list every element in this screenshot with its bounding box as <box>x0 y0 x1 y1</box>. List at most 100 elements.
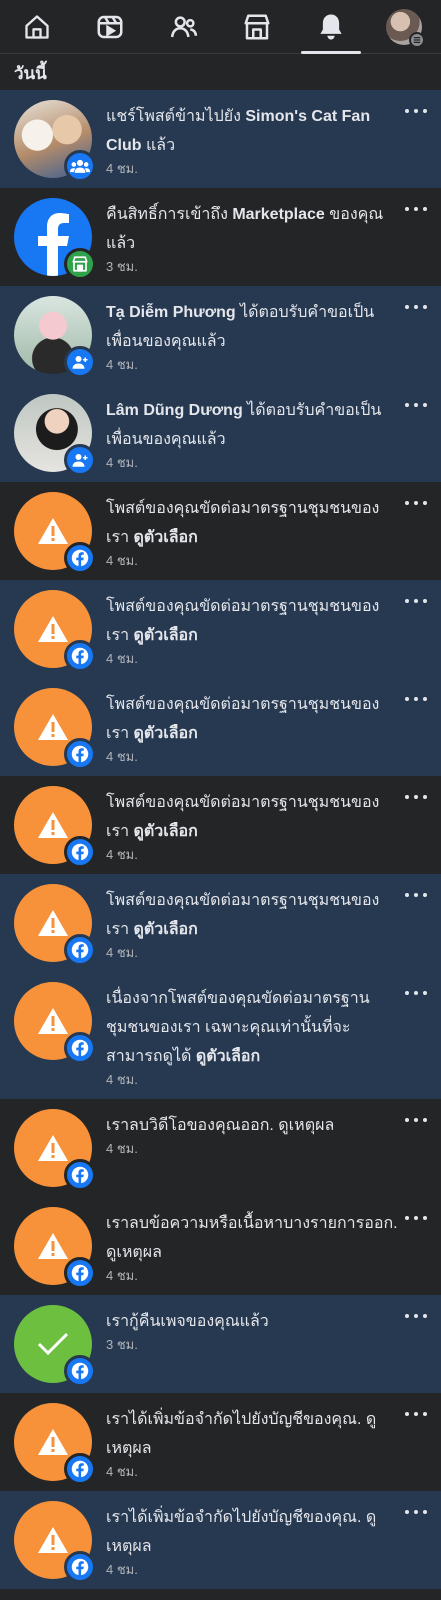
notification-body: โพสต์ของคุณขัดต่อมาตรฐานชุมชนของเรา ดูตั… <box>106 688 427 766</box>
notification-text-bold: ดูตัวเลือก <box>133 529 198 546</box>
notification-item[interactable]: เราลบวิดีโอของคุณออก. ดูเหตุผล 4 ชม. <box>0 1099 441 1197</box>
notification-text-pre: เราได้เพิ่มข้อจำกัดไปยังบัญชีของคุณ. ดูเ… <box>106 1411 377 1457</box>
marketplace-badge-icon <box>64 248 96 280</box>
notification-text: เราได้เพิ่มข้อจำกัดไปยังบัญชีของคุณ. ดูเ… <box>106 1503 401 1561</box>
notification-item[interactable]: คืนสิทธิ์การเข้าถึง Marketplace ของคุณแล… <box>0 188 441 286</box>
notification-body: เราได้เพิ่มข้อจำกัดไปยังบัญชีของคุณ. ดูเ… <box>106 1501 427 1579</box>
more-options-icon[interactable] <box>405 1211 427 1225</box>
nav-friends[interactable] <box>154 0 214 54</box>
notification-item[interactable]: โพสต์ของคุณขัดต่อมาตรฐานชุมชนของเรา ดูตั… <box>0 580 441 678</box>
notification-item[interactable]: เรากู้คืนเพจของคุณแล้ว 3 ชม. <box>0 1295 441 1393</box>
notification-text-post: แล้ว <box>141 137 176 154</box>
more-options-icon[interactable] <box>405 300 427 314</box>
notification-body: เรากู้คืนเพจของคุณแล้ว 3 ชม. <box>106 1305 427 1383</box>
notification-item[interactable]: เนื่องจากโพสต์ของคุณขัดต่อมาตรฐานชุมชนขอ… <box>0 972 441 1099</box>
notification-body: โพสต์ของคุณขัดต่อมาตรฐานชุมชนของเรา ดูตั… <box>106 786 427 864</box>
notification-item[interactable]: แชร์โพสต์ข้ามไปยัง Simon's Cat Fan Club … <box>0 90 441 188</box>
facebook-badge-icon <box>64 836 96 868</box>
top-navigation-bar <box>0 0 441 54</box>
notification-avatar <box>14 688 96 770</box>
notification-time: 4 ชม. <box>106 357 138 372</box>
notification-time: 4 ชม. <box>106 1464 138 1479</box>
facebook-badge-icon <box>64 1032 96 1064</box>
notification-text-bold: ดูตัวเลือก <box>133 921 198 938</box>
facebook-badge-icon <box>64 1257 96 1289</box>
notification-body: แชร์โพสต์ข้ามไปยัง Simon's Cat Fan Club … <box>106 100 427 178</box>
notification-avatar <box>14 100 96 182</box>
notification-text: โพสต์ของคุณขัดต่อมาตรฐานชุมชนของเรา ดูตั… <box>106 690 401 748</box>
notification-text-pre: คืนสิทธิ์การเข้าถึง <box>106 206 233 223</box>
add-friend-badge-icon <box>64 346 96 378</box>
notification-text: เราลบวิดีโอของคุณออก. ดูเหตุผล <box>106 1111 401 1140</box>
notification-text-bold: ดูตัวเลือก <box>133 725 198 742</box>
more-options-icon[interactable] <box>405 594 427 608</box>
more-options-icon[interactable] <box>405 1113 427 1127</box>
more-options-icon[interactable] <box>405 1505 427 1519</box>
more-options-icon[interactable] <box>405 202 427 216</box>
warning-icon <box>38 1135 68 1161</box>
notification-text-pre: เราลบวิดีโอของคุณออก. ดูเหตุผล <box>106 1117 335 1134</box>
notification-item[interactable]: เราได้เพิ่มข้อจำกัดไปยังบัญชีของคุณ. ดูเ… <box>0 1491 441 1589</box>
notification-time: 4 ชม. <box>106 1072 138 1087</box>
more-options-icon[interactable] <box>405 1309 427 1323</box>
notification-item[interactable]: เราได้เพิ่มข้อจำกัดไปยังบัญชีของคุณ. ดูเ… <box>0 1393 441 1491</box>
profile-avatar <box>386 8 426 48</box>
nav-marketplace[interactable] <box>227 0 287 54</box>
notification-text-bold: Marketplace <box>232 206 325 223</box>
notification-body: โพสต์ของคุณขัดต่อมาตรฐานชุมชนของเรา ดูตั… <box>106 590 427 668</box>
notification-avatar <box>14 590 96 672</box>
warning-icon <box>38 910 68 936</box>
facebook-badge-icon <box>64 934 96 966</box>
more-options-icon[interactable] <box>405 692 427 706</box>
more-options-icon[interactable] <box>405 986 427 1000</box>
facebook-badge-icon <box>64 1551 96 1583</box>
more-options-icon[interactable] <box>405 104 427 118</box>
notification-time: 4 ชม. <box>106 847 138 862</box>
notification-item[interactable]: Tạ Diễm Phương ได้ตอบรับคำขอเป็นเพื่อนขอ… <box>0 286 441 384</box>
notification-body: คืนสิทธิ์การเข้าถึง Marketplace ของคุณแล… <box>106 198 427 276</box>
nav-notifications[interactable] <box>300 0 361 54</box>
notification-text: เราลบข้อความหรือเนื้อหาบางรายการออก. ดูเ… <box>106 1209 401 1267</box>
more-options-icon[interactable] <box>405 1407 427 1421</box>
notification-item[interactable]: โพสต์ของคุณขัดต่อมาตรฐานชุมชนของเรา ดูตั… <box>0 776 441 874</box>
friends-icon <box>170 15 197 37</box>
more-options-icon[interactable] <box>405 790 427 804</box>
notification-body: เราได้เพิ่มข้อจำกัดไปยังบัญชีของคุณ. ดูเ… <box>106 1403 427 1481</box>
menu-icon <box>409 31 426 48</box>
more-options-icon[interactable] <box>405 888 427 902</box>
nav-home[interactable] <box>7 0 67 54</box>
notification-time: 4 ชม. <box>106 1141 138 1156</box>
notification-item[interactable]: โพสต์ของคุณขัดต่อมาตรฐานชุมชนของเรา ดูตั… <box>0 874 441 972</box>
warning-icon <box>38 1429 68 1455</box>
facebook-badge-icon <box>64 542 96 574</box>
notification-time: 3 ชม. <box>106 259 138 274</box>
notification-item[interactable]: โพสต์ของคุณขัดต่อมาตรฐานชุมชนของเรา ดูตั… <box>0 678 441 776</box>
notification-item[interactable]: เราลบข้อความหรือเนื้อหาบางรายการออก. ดูเ… <box>0 1197 441 1295</box>
notification-body: Lâm Dũng Dương ได้ตอบรับคำขอเป็นเพื่อนขอ… <box>106 394 427 472</box>
notification-avatar <box>14 1501 96 1583</box>
notification-text: โพสต์ของคุณขัดต่อมาตรฐานชุมชนของเรา ดูตั… <box>106 592 401 650</box>
notification-time: 4 ชม. <box>106 1562 138 1577</box>
notification-text: คืนสิทธิ์การเข้าถึง Marketplace ของคุณแล… <box>106 200 401 258</box>
notification-avatar <box>14 1403 96 1485</box>
notification-text-bold: ดูตัวเลือก <box>133 627 198 644</box>
notification-text: โพสต์ของคุณขัดต่อมาตรฐานชุมชนของเรา ดูตั… <box>106 886 401 944</box>
notification-text: โพสต์ของคุณขัดต่อมาตรฐานชุมชนของเรา ดูตั… <box>106 788 401 846</box>
notification-avatar <box>14 1207 96 1289</box>
notification-item[interactable]: Lâm Dũng Dương ได้ตอบรับคำขอเป็นเพื่อนขอ… <box>0 384 441 482</box>
notification-item[interactable]: โพสต์ของคุณขัดต่อมาตรฐานชุมชนของเรา ดูตั… <box>0 482 441 580</box>
nav-video[interactable] <box>80 0 140 54</box>
notification-body: โพสต์ของคุณขัดต่อมาตรฐานชุมชนของเรา ดูตั… <box>106 492 427 570</box>
notification-avatar <box>14 198 96 280</box>
warning-icon <box>38 616 68 642</box>
notification-time: 4 ชม. <box>106 161 138 176</box>
warning-icon <box>38 1527 68 1553</box>
notification-avatar <box>14 296 96 378</box>
notification-text-pre: เราลบข้อความหรือเนื้อหาบางรายการออก. ดูเ… <box>106 1215 398 1261</box>
warning-icon <box>38 1008 68 1034</box>
facebook-badge-icon <box>64 1453 96 1485</box>
notification-avatar <box>14 1305 96 1387</box>
more-options-icon[interactable] <box>405 398 427 412</box>
nav-profile-menu[interactable] <box>374 0 434 54</box>
more-options-icon[interactable] <box>405 496 427 510</box>
